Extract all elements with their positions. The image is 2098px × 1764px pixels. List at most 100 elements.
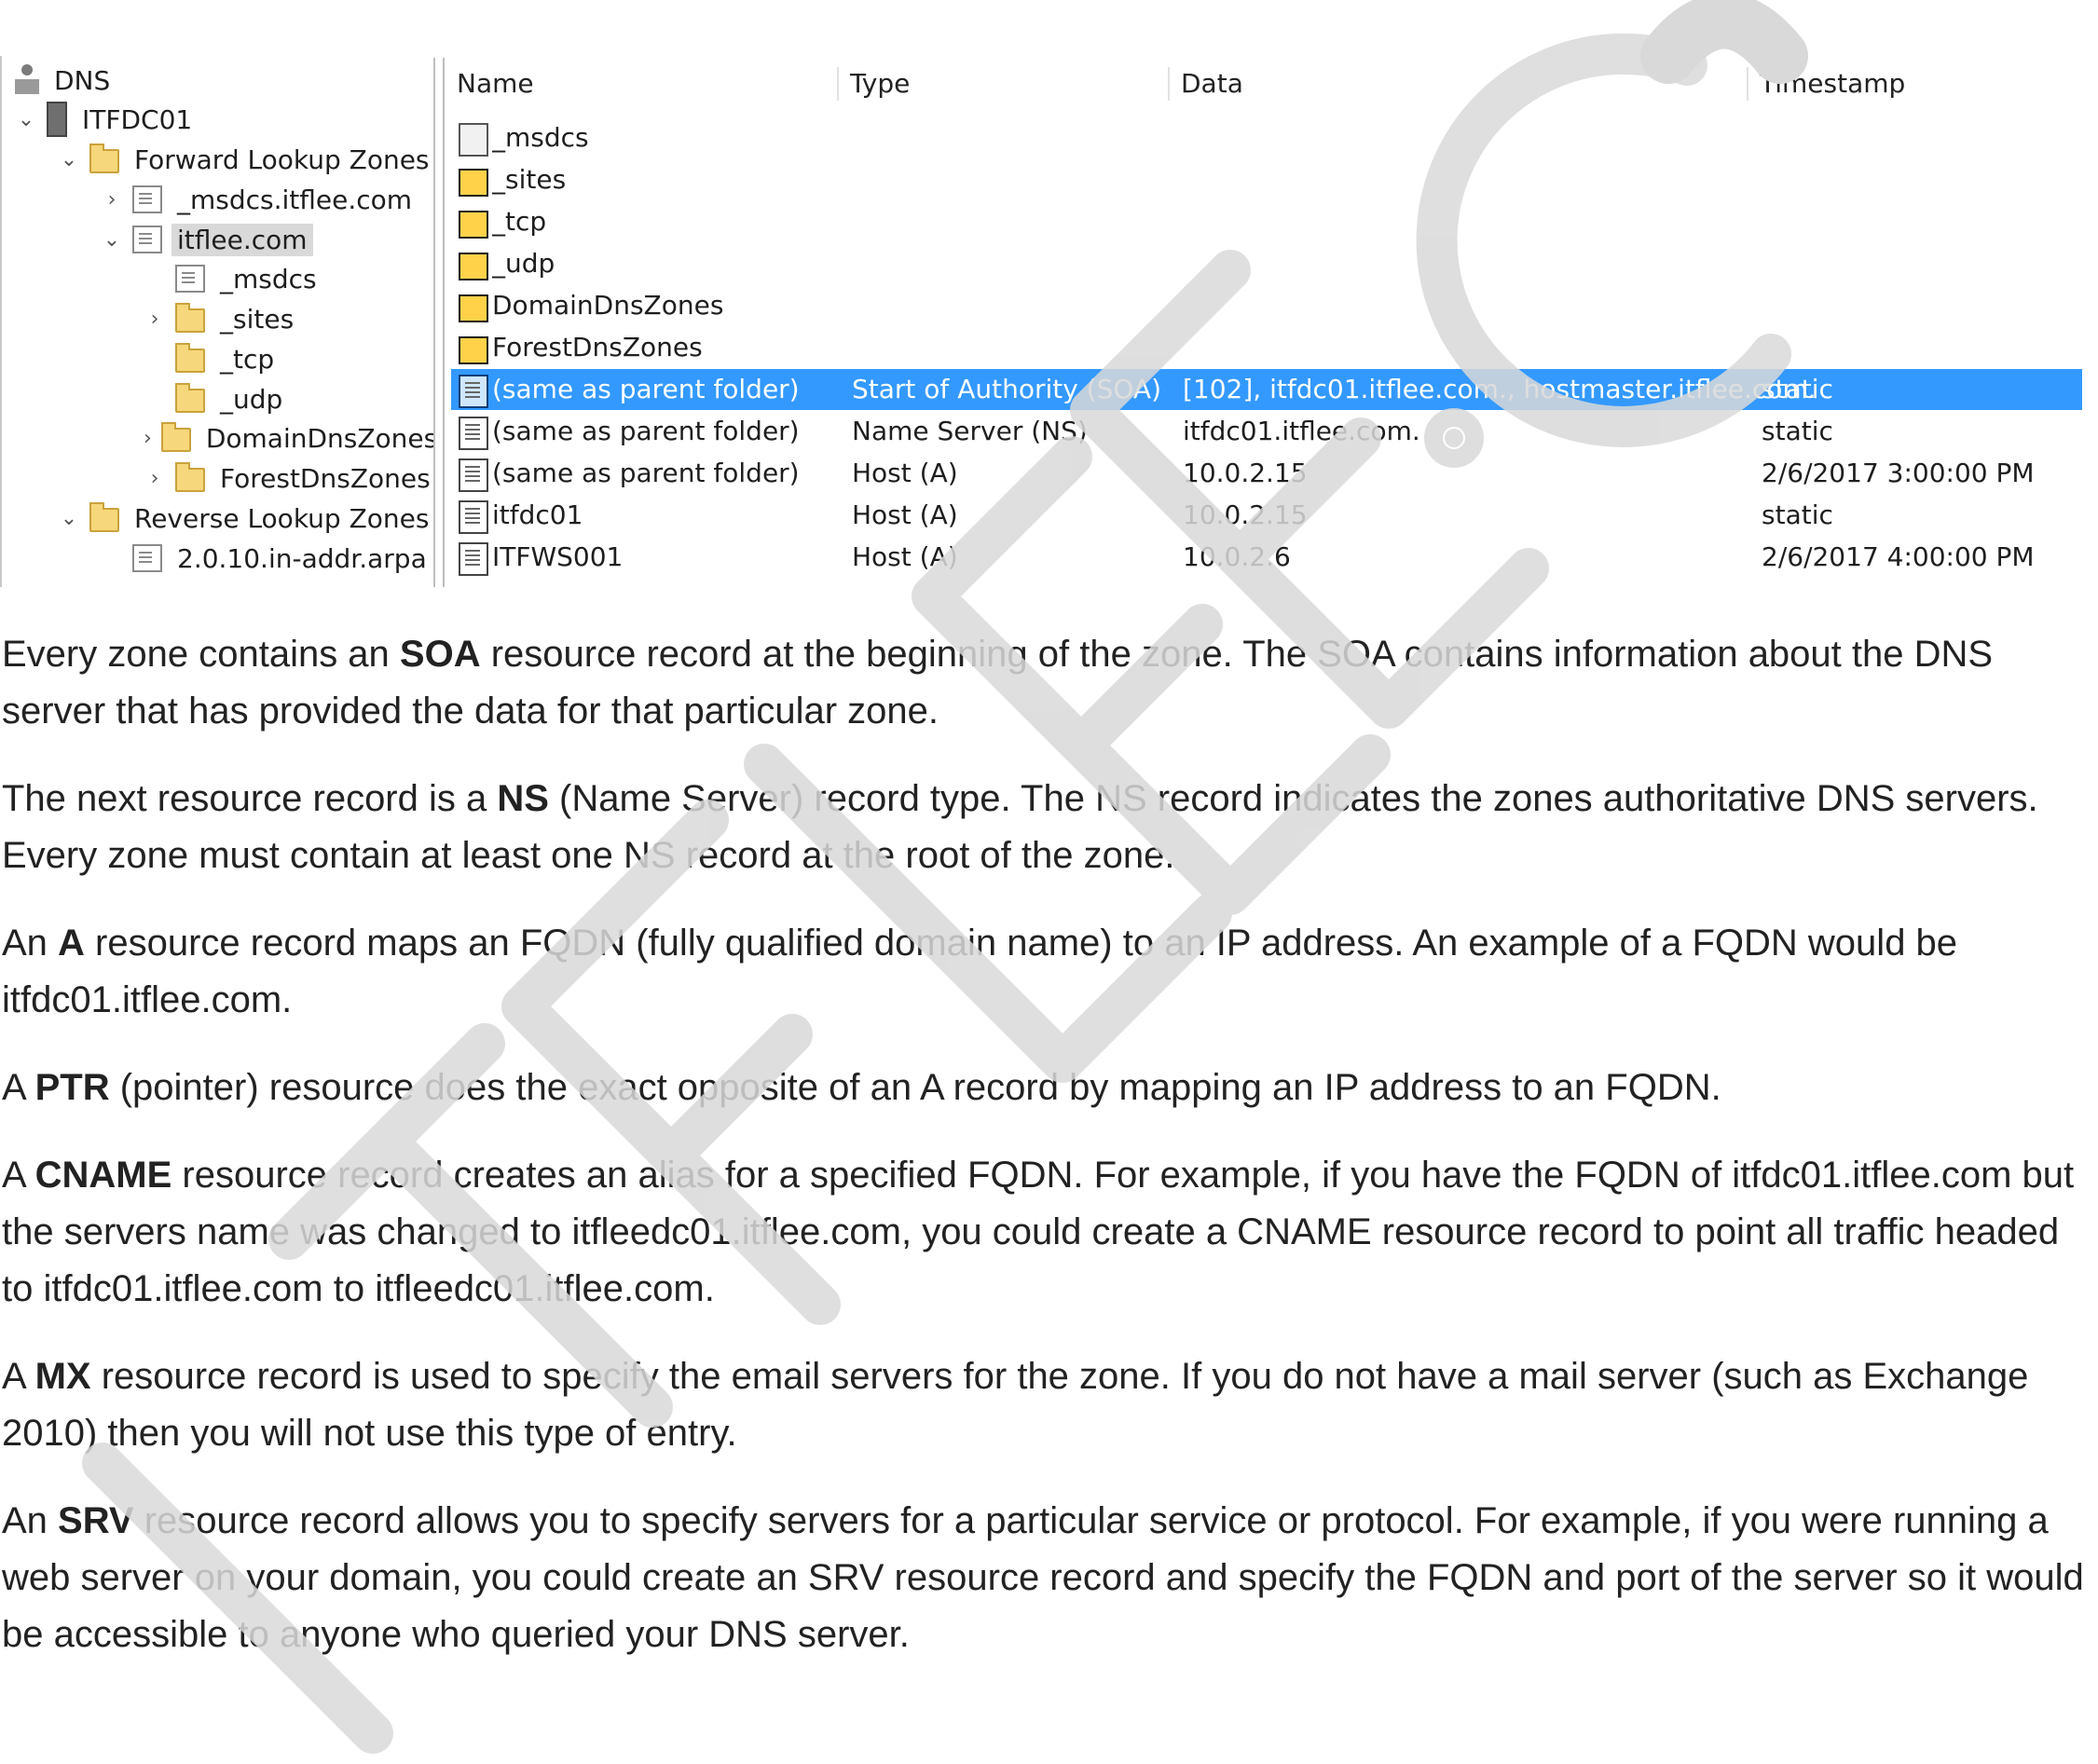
tree-node-msdcs[interactable]: _msdcs <box>175 260 322 297</box>
column-header-type[interactable]: Type <box>837 67 1167 101</box>
column-header-name[interactable]: Name <box>446 67 848 101</box>
table-row[interactable]: ITFWS001 Host (A) 10.0.2.6 2/6/2017 4:00:00… <box>451 537 2082 578</box>
cell-name: _udp <box>492 248 555 279</box>
table-row[interactable]: _udp <box>451 243 2082 284</box>
record-type-term: NS <box>497 778 549 819</box>
folder-icon <box>459 211 488 239</box>
cell-name: (same as parent folder) <box>492 416 800 446</box>
zone-icon <box>132 544 162 572</box>
zone-icon <box>132 185 162 213</box>
folder-icon <box>175 343 205 373</box>
tree-node-domaindnszones[interactable]: › DomainDnsZones <box>144 419 434 457</box>
pane-splitter[interactable] <box>433 58 445 587</box>
paragraph: A MX resource record is used to specify … <box>2 1348 2094 1462</box>
tree-node-tcp[interactable]: _tcp <box>175 340 280 377</box>
tree-node-label: _sites <box>220 303 295 335</box>
table-row[interactable]: (same as parent folder) Start of Authorit… <box>451 369 2082 410</box>
dns-manager-screenshot: DNS ⌄ ITFDC01 ⌄ Forward Lookup Zones › _… <box>0 0 2098 587</box>
cell-timestamp: static <box>1762 499 1833 530</box>
paragraph-text: An <box>2 923 59 964</box>
cell-name: ITFWS001 <box>492 541 624 572</box>
tree-node-label: DomainDnsZones <box>205 422 434 454</box>
cell-name: ForestDnsZones <box>492 332 703 362</box>
column-header-timestamp[interactable]: Timestamp <box>1747 67 2086 101</box>
cell-timestamp: static <box>1762 416 1833 446</box>
folder-icon <box>89 502 119 532</box>
tree-node-server[interactable]: ⌄ ITFDC01 <box>15 101 198 138</box>
table-row[interactable]: _tcp <box>451 201 2082 242</box>
chevron-right-icon[interactable]: › <box>144 419 152 457</box>
folder-icon <box>175 462 205 492</box>
record-icon <box>459 375 488 408</box>
tree-node-reverse-zone[interactable]: 2.0.10.in-addr.arpa <box>132 540 432 577</box>
tree-node-forward-lookup-zones[interactable]: ⌄ Forward Lookup Zones <box>58 141 435 178</box>
chevron-down-icon[interactable]: ⌄ <box>15 101 37 138</box>
chevron-down-icon[interactable]: ⌄ <box>101 221 123 258</box>
tree-node-label: Forward Lookup Zones <box>134 144 430 175</box>
paragraph: The next resource record is a NS (Name S… <box>2 771 2094 884</box>
table-row[interactable]: _sites <box>451 159 2082 200</box>
record-type-term: CNAME <box>34 1155 172 1196</box>
table-row[interactable]: ForestDnsZones <box>451 327 2082 368</box>
folder-icon <box>459 253 488 280</box>
tree-node-dns[interactable]: DNS <box>15 62 116 99</box>
cell-type: Host (A) <box>852 499 958 530</box>
chevron-right-icon[interactable]: › <box>101 181 123 218</box>
folder-icon <box>175 303 205 333</box>
paragraph-text: resource record is used to specify the e… <box>2 1356 2029 1454</box>
cell-type: Host (A) <box>852 458 958 488</box>
cell-name: _msdcs <box>492 122 589 153</box>
paragraph-text: A <box>2 1067 35 1108</box>
server-icon <box>47 102 67 137</box>
tree-node-zone-itflee[interactable]: ⌄ itflee.com <box>101 221 313 258</box>
table-row[interactable]: _msdcs <box>451 117 2082 158</box>
cell-timestamp: 2/6/2017 4:00:00 PM <box>1762 541 2035 572</box>
cell-data: [102], itfdc01.itflee.com., hostmaster.i… <box>1183 374 1817 404</box>
folder-icon <box>160 422 191 452</box>
cell-data: 10.0.2.15 <box>1183 458 1308 488</box>
tree-node-label: _udp <box>220 383 283 415</box>
tree-node-forestdnszones[interactable]: › ForestDnsZones <box>144 459 436 497</box>
cell-timestamp: 2/6/2017 3:00:00 PM <box>1762 458 2035 488</box>
tree-node-label: _tcp <box>220 343 275 375</box>
table-row[interactable]: DomainDnsZones <box>451 285 2082 326</box>
paragraph-text: resource record allows you to specify se… <box>2 1500 2084 1655</box>
paragraph-text: Every zone contains an <box>2 634 400 675</box>
cell-data: 10.0.2.6 <box>1183 541 1291 572</box>
zone-icon <box>132 226 162 253</box>
table-row[interactable]: (same as parent folder) Host (A) 10.0.2.15… <box>451 453 2082 494</box>
record-type-term: PTR <box>34 1067 110 1108</box>
tree-node-sites[interactable]: › _sites <box>144 300 299 337</box>
chevron-down-icon[interactable]: ⌄ <box>58 141 80 178</box>
cell-timestamp: static <box>1762 374 1833 404</box>
cell-name: DomainDnsZones <box>492 290 724 321</box>
paragraph-text: resource record maps an FQDN (fully qual… <box>2 923 1958 1020</box>
cell-data: 10.0.2.15 <box>1183 499 1308 530</box>
paragraph: An A resource record maps an FQDN (fully… <box>2 915 2094 1029</box>
chevron-right-icon[interactable]: › <box>144 300 166 337</box>
tree-node-reverse-lookup-zones[interactable]: ⌄ Reverse Lookup Zones <box>58 499 434 537</box>
tree-node-udp[interactable]: _udp <box>175 380 288 417</box>
column-header-data[interactable]: Data <box>1168 67 1740 101</box>
cell-type: Host (A) <box>852 541 958 572</box>
chevron-right-icon[interactable]: › <box>144 459 166 497</box>
record-type-term: A <box>58 923 85 964</box>
tree-node-zone-msdcs-itflee[interactable]: › _msdcs.itflee.com <box>101 181 418 218</box>
records-list: Name Type Data Timestamp _msdcs _sites _tc… <box>446 56 2098 587</box>
table-row[interactable]: (same as parent folder) Name Server (NS) i… <box>451 411 2082 452</box>
record-type-term: SOA <box>399 634 481 675</box>
cell-data: itfdc01.itflee.com. <box>1183 416 1420 446</box>
folder-icon <box>459 294 488 322</box>
tree-node-label: DNS <box>54 64 111 96</box>
tree-node-label: itflee.com <box>171 223 313 256</box>
paragraph: An SRV resource record allows you to spe… <box>2 1493 2094 1663</box>
folder-icon <box>459 336 488 364</box>
dns-icon <box>15 64 39 96</box>
record-type-term: MX <box>34 1356 91 1397</box>
record-icon <box>459 458 488 492</box>
cell-name: (same as parent folder) <box>492 374 800 404</box>
table-row[interactable]: itfdc01 Host (A) 10.0.2.15 static <box>451 495 2082 536</box>
tree-node-label: Reverse Lookup Zones <box>134 502 430 534</box>
chevron-down-icon[interactable]: ⌄ <box>58 499 80 537</box>
record-icon <box>459 500 488 534</box>
